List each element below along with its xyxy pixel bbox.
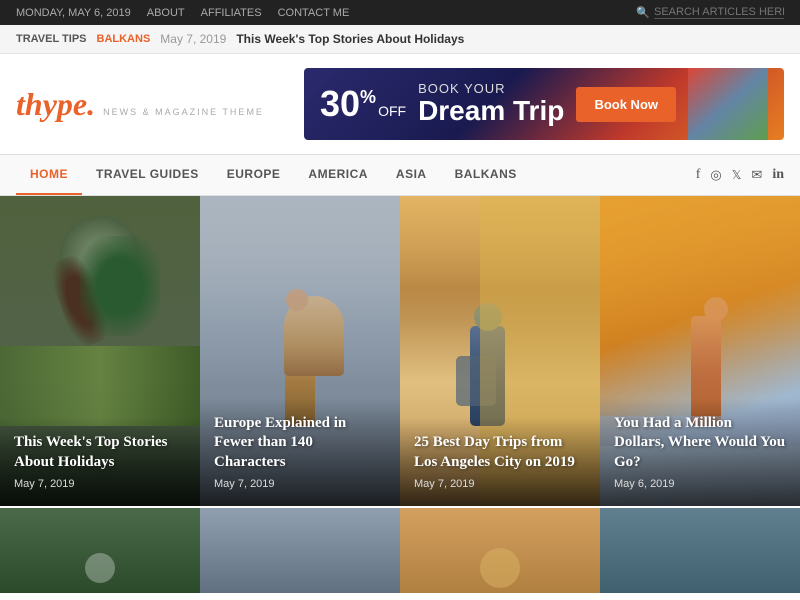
- card-4[interactable]: You Had a Million Dollars, Where Would Y…: [600, 196, 800, 506]
- top-bar: MONDAY, MAY 6, 2019 ABOUT AFFILIATES CON…: [0, 0, 800, 25]
- site-logo[interactable]: thype.: [16, 86, 95, 123]
- nav-bar: HOME TRAVEL GUIDES EUROPE AMERICA ASIA B…: [0, 154, 800, 196]
- ad-off-label: OFF: [378, 103, 406, 119]
- site-tagline: NEWS & MAGAZINE THEME: [103, 107, 264, 117]
- card-4-title: You Had a Million Dollars, Where Would Y…: [614, 414, 786, 473]
- nav-balkans[interactable]: BALKANS: [441, 155, 531, 195]
- card-3-date: May 7, 2019: [414, 478, 586, 490]
- email-icon[interactable]: ✉: [751, 167, 762, 183]
- ad-book-label: BOOK YOUR: [418, 81, 564, 96]
- ticker-tag[interactable]: BALKANS: [97, 33, 151, 45]
- social-links: f ◎ 𝕏 ✉ in: [696, 167, 784, 183]
- ticker-title: This Week's Top Stories About Holidays: [236, 32, 464, 46]
- ad-banner[interactable]: 30% OFF BOOK YOUR Dream Trip Book Now: [304, 68, 784, 140]
- search-icon: 🔍: [636, 6, 650, 19]
- ad-image: [688, 68, 768, 140]
- affiliates-link[interactable]: AFFILIATES: [201, 7, 262, 19]
- card-4-date: May 6, 2019: [614, 478, 786, 490]
- contact-link[interactable]: CONTACT ME: [278, 7, 350, 19]
- thumb-1[interactable]: [0, 508, 200, 593]
- linkedin-icon[interactable]: in: [772, 167, 784, 183]
- ad-book-button[interactable]: Book Now: [576, 87, 676, 122]
- top-bar-left: MONDAY, MAY 6, 2019 ABOUT AFFILIATES CON…: [16, 7, 349, 19]
- card-4-overlay: You Had a Million Dollars, Where Would Y…: [600, 398, 800, 507]
- card-3-title: 25 Best Day Trips from Los Angeles City …: [414, 433, 586, 472]
- search-area: 🔍: [636, 6, 784, 19]
- site-header: thype. NEWS & MAGAZINE THEME 30% OFF BOO…: [0, 54, 800, 154]
- card-3[interactable]: 25 Best Day Trips from Los Angeles City …: [400, 196, 600, 506]
- ad-discount: 30%: [320, 86, 376, 122]
- ad-dream-label: Dream Trip: [418, 96, 564, 127]
- thumb-3[interactable]: [400, 508, 600, 593]
- nav-america[interactable]: AMERICA: [294, 155, 382, 195]
- nav-home[interactable]: HOME: [16, 155, 82, 195]
- nav-europe[interactable]: EUROPE: [213, 155, 295, 195]
- logo-area: thype. NEWS & MAGAZINE THEME: [16, 86, 264, 123]
- twitter-icon[interactable]: 𝕏: [732, 168, 742, 183]
- about-link[interactable]: ABOUT: [147, 7, 185, 19]
- main-grid: This Week's Top Stories About Holidays M…: [0, 196, 800, 506]
- ticker-date: May 7, 2019: [160, 32, 226, 46]
- card-1-overlay: This Week's Top Stories About Holidays M…: [0, 417, 200, 506]
- card-2-title: Europe Explained in Fewer than 140 Chara…: [214, 414, 386, 473]
- card-2[interactable]: Europe Explained in Fewer than 140 Chara…: [200, 196, 400, 506]
- facebook-icon[interactable]: f: [696, 167, 701, 183]
- card-1-date: May 7, 2019: [14, 478, 186, 490]
- card-1-title: This Week's Top Stories About Holidays: [14, 433, 186, 472]
- search-input[interactable]: [654, 6, 784, 19]
- card-2-overlay: Europe Explained in Fewer than 140 Chara…: [200, 398, 400, 507]
- card-2-date: May 7, 2019: [214, 478, 386, 490]
- ad-text: BOOK YOUR Dream Trip: [418, 81, 564, 127]
- card-3-overlay: 25 Best Day Trips from Los Angeles City …: [400, 417, 600, 506]
- bottom-thumbnails: [0, 508, 800, 593]
- nav-asia[interactable]: ASIA: [382, 155, 441, 195]
- card-1[interactable]: This Week's Top Stories About Holidays M…: [0, 196, 200, 506]
- ticker-bar: TRAVEL TIPS BALKANS May 7, 2019 This Wee…: [0, 25, 800, 54]
- date-label: MONDAY, MAY 6, 2019: [16, 7, 131, 19]
- header-ad: 30% OFF BOOK YOUR Dream Trip Book Now: [304, 68, 784, 140]
- ticker-label: TRAVEL TIPS: [16, 33, 87, 45]
- thumb-2[interactable]: [200, 508, 400, 593]
- nav-travel-guides[interactable]: TRAVEL GUIDES: [82, 155, 213, 195]
- instagram-icon[interactable]: ◎: [710, 167, 721, 183]
- thumb-4[interactable]: [600, 508, 800, 593]
- nav-links: HOME TRAVEL GUIDES EUROPE AMERICA ASIA B…: [16, 155, 531, 195]
